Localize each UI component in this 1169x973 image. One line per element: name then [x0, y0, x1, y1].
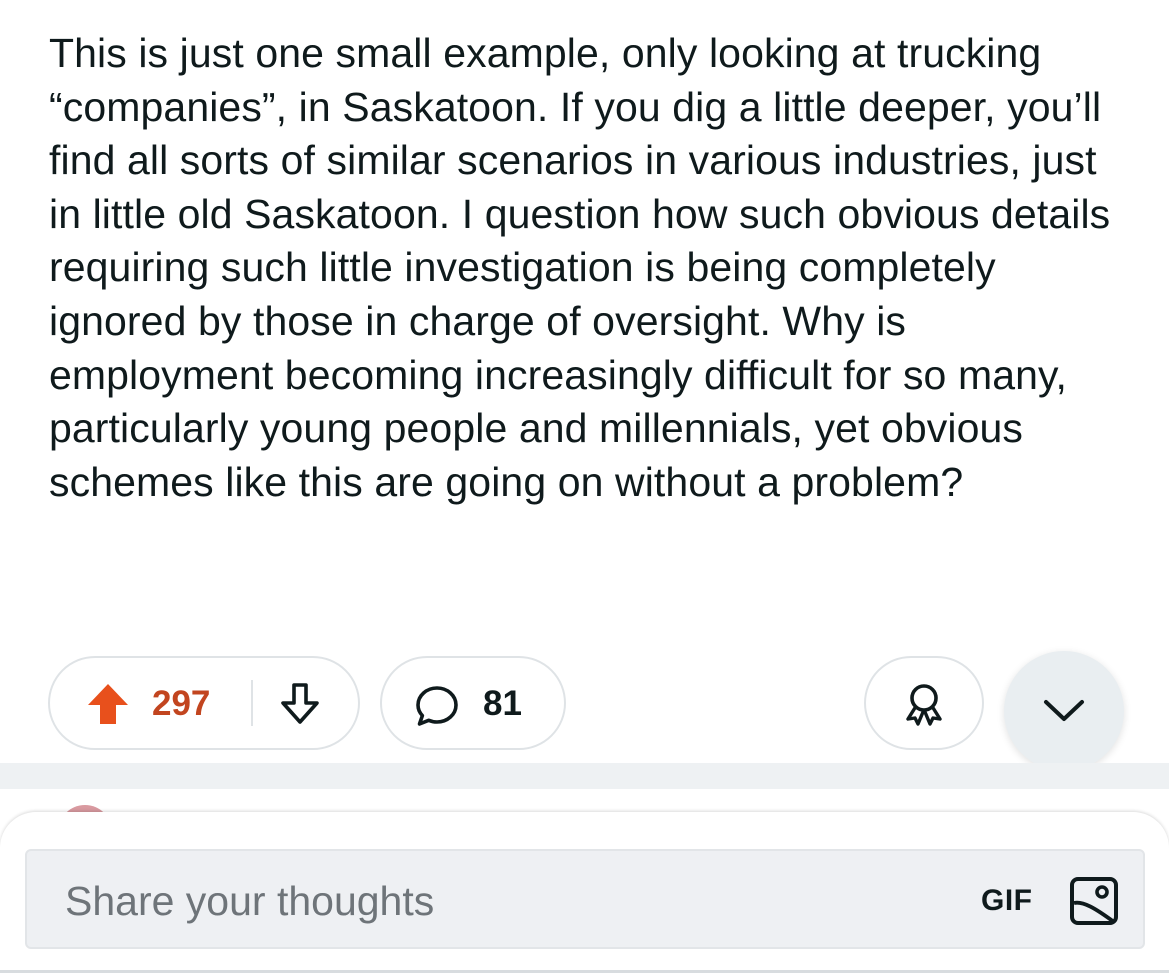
award-button[interactable]	[864, 656, 984, 750]
comment-bubble-icon	[416, 686, 458, 726]
comment-input[interactable]: Share your thoughts GIF	[25, 849, 1145, 949]
vote-score: 297	[152, 684, 211, 723]
expand-menu-button[interactable]	[1004, 651, 1124, 771]
comments-button[interactable]: 81	[380, 656, 566, 750]
post-detail-screen: This is just one small example, only loo…	[0, 0, 1169, 973]
vote-divider	[251, 680, 253, 726]
upvote-button[interactable]	[84, 680, 132, 728]
comment-input-placeholder: Share your thoughts	[65, 878, 435, 924]
award-ribbon-icon	[906, 684, 942, 726]
post-body-text: This is just one small example, only loo…	[49, 30, 1111, 505]
chevron-down-icon	[1044, 700, 1084, 721]
vote-bar: 297	[48, 656, 360, 750]
downvote-arrow-icon	[281, 683, 319, 724]
section-separator	[0, 763, 1169, 789]
comment-count: 81	[483, 684, 522, 723]
image-icon[interactable]	[1069, 876, 1119, 926]
downvote-button[interactable]	[276, 680, 324, 728]
comment-composer: Share your thoughts GIF	[0, 812, 1169, 973]
gif-button[interactable]: GIF	[981, 883, 1033, 919]
upvote-arrow-icon	[88, 684, 128, 724]
